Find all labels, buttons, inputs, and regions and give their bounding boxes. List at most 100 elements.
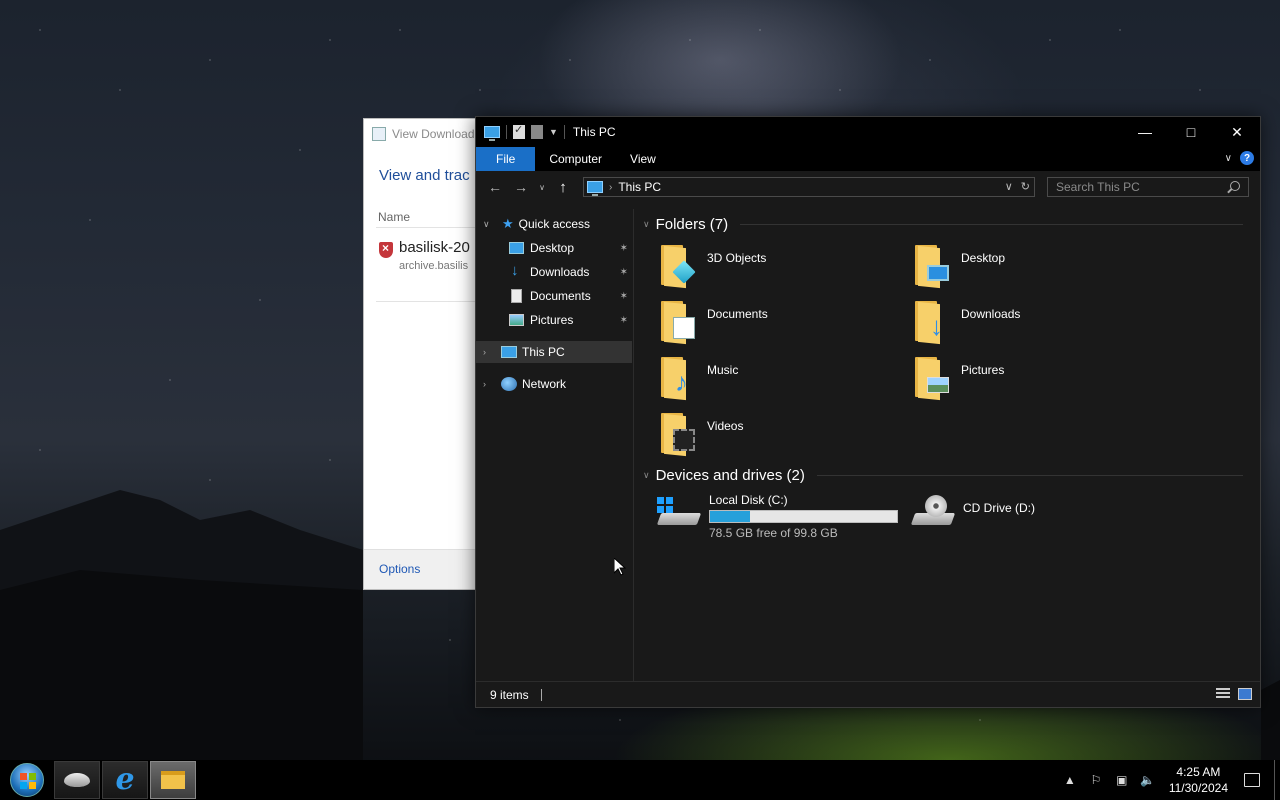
- pin-icon[interactable]: ✶: [620, 267, 628, 278]
- download-item[interactable]: basilisk-20 archive.basilis: [379, 239, 470, 272]
- divider: [376, 227, 482, 228]
- nav-desktop[interactable]: Desktop ✶: [476, 237, 632, 259]
- back-button[interactable]: ←: [482, 174, 508, 200]
- address-dropdown-icon[interactable]: ∨: [1005, 180, 1013, 193]
- nav-quick-access[interactable]: ∨ ★ Quick access: [476, 213, 632, 235]
- downloads-title: View Download: [392, 127, 475, 141]
- taskbar-app-basilisk[interactable]: [54, 761, 100, 799]
- status-bar: 9 items: [476, 681, 1260, 707]
- navigation-bar: ← → ∨ ↑ › This PC ∨ ↻: [476, 171, 1260, 203]
- drives-group-header[interactable]: ∨ Devices and drives (2): [643, 467, 1243, 484]
- details-view-icon[interactable]: [1216, 688, 1230, 700]
- tab-computer[interactable]: Computer: [535, 147, 616, 171]
- taskbar-app-file-explorer[interactable]: [150, 761, 196, 799]
- folder-documents[interactable]: Documents: [661, 301, 911, 353]
- tab-view[interactable]: View: [616, 147, 670, 171]
- volume-muted-icon[interactable]: 🔈: [1139, 773, 1157, 787]
- clock-time: 4:25 AM: [1176, 765, 1221, 779]
- nav-label: Quick access: [518, 217, 591, 231]
- downloads-folder-icon: [915, 301, 951, 345]
- content-pane[interactable]: ∨ Folders (7) 3D Objects Desktop Documen…: [635, 209, 1260, 681]
- minimize-button[interactable]: —: [1122, 117, 1168, 147]
- cd-drive-icon: [910, 493, 956, 533]
- folder-label: Documents: [707, 307, 768, 321]
- collapse-chevron-icon[interactable]: ∨: [643, 470, 650, 481]
- nav-documents[interactable]: Documents ✶: [476, 285, 632, 307]
- divider: [506, 125, 507, 139]
- properties-icon[interactable]: [513, 123, 525, 139]
- tab-file[interactable]: File: [476, 147, 536, 171]
- taskbar-app-internet-explorer[interactable]: e: [102, 761, 148, 799]
- up-button[interactable]: ↑: [550, 174, 576, 200]
- pin-icon[interactable]: ✶: [620, 243, 628, 254]
- forward-button[interactable]: →: [508, 174, 534, 200]
- folder-desktop[interactable]: Desktop: [915, 245, 1165, 297]
- start-button[interactable]: [0, 760, 54, 800]
- expand-chevron-icon[interactable]: ›: [483, 347, 486, 357]
- help-icon[interactable]: ?: [1240, 151, 1254, 165]
- view-buttons: [1216, 688, 1252, 700]
- folders-group-header[interactable]: ∨ Folders (7): [643, 216, 1243, 233]
- ribbon-right: ∨ ?: [1225, 151, 1254, 165]
- documents-icon: [511, 289, 522, 303]
- breadcrumb-chevron-icon[interactable]: ›: [609, 182, 612, 193]
- folder-downloads[interactable]: Downloads: [915, 301, 1165, 353]
- customize-toolbar-dropdown-icon[interactable]: ▼: [549, 127, 558, 137]
- expand-chevron-icon[interactable]: ›: [483, 379, 486, 389]
- clock[interactable]: 4:25 AM 11/30/2024: [1169, 764, 1228, 796]
- nav-pictures[interactable]: Pictures ✶: [476, 309, 632, 331]
- drive-cd-d[interactable]: CD Drive (D:): [910, 493, 1035, 533]
- large-icons-view-icon[interactable]: [1238, 688, 1252, 700]
- group-title: Devices and drives (2): [655, 467, 805, 484]
- item-count: 9 items: [490, 687, 529, 702]
- recent-locations-dropdown[interactable]: ∨: [534, 174, 550, 200]
- drive-usage-fill: [710, 511, 750, 522]
- nav-this-pc[interactable]: › This PC: [476, 341, 632, 363]
- nav-network[interactable]: › Network: [476, 373, 632, 395]
- nav-downloads[interactable]: Downloads ✶: [476, 261, 632, 283]
- action-center-icon[interactable]: [1244, 773, 1260, 787]
- videos-folder-icon: [661, 413, 697, 457]
- downloads-titlebar[interactable]: View Download: [364, 119, 482, 149]
- downloads-icon: [509, 262, 524, 279]
- divider: [376, 301, 482, 302]
- pin-icon[interactable]: ✶: [620, 315, 628, 326]
- refresh-icon[interactable]: ↻: [1021, 180, 1030, 193]
- collapse-chevron-icon[interactable]: ∨: [643, 219, 650, 230]
- navigation-pane[interactable]: ∨ ★ Quick access Desktop ✶ Downloads ✶ D…: [476, 209, 634, 681]
- folder-pictures[interactable]: Pictures: [915, 357, 1165, 409]
- folder-3d-objects[interactable]: 3D Objects: [661, 245, 911, 297]
- folder-videos[interactable]: Videos: [661, 413, 911, 465]
- address-bar[interactable]: › This PC ∨ ↻: [583, 177, 1035, 197]
- nav-label: This PC: [522, 345, 565, 359]
- downloads-column-name[interactable]: Name: [378, 210, 410, 224]
- folder-label: Downloads: [961, 307, 1021, 321]
- pin-icon[interactable]: ✶: [620, 291, 628, 302]
- window-controls: — □ ✕: [1122, 117, 1260, 147]
- network-status-icon[interactable]: ▣: [1113, 773, 1131, 787]
- options-link[interactable]: Options: [379, 562, 420, 576]
- file-explorer-window[interactable]: ▼ This PC — □ ✕ File Computer View ∨ ? ←…: [475, 116, 1261, 708]
- collapse-chevron-icon[interactable]: ∨: [483, 219, 490, 230]
- quick-access-toolbar: ▼: [476, 123, 565, 141]
- divider: [540, 688, 542, 701]
- folder-music[interactable]: Music: [661, 357, 911, 409]
- basilisk-icon: [64, 773, 90, 787]
- security-icon[interactable]: ⚐: [1087, 773, 1105, 787]
- search-input[interactable]: [1056, 180, 1226, 194]
- drive-local-disk-c[interactable]: Local Disk (C:) 78.5 GB free of 99.8 GB: [656, 493, 898, 540]
- breadcrumb-this-pc[interactable]: This PC: [618, 180, 661, 194]
- maximize-button[interactable]: □: [1168, 117, 1214, 147]
- drive-label: CD Drive (D:): [963, 501, 1035, 515]
- address-bar-actions: ∨ ↻: [1005, 180, 1030, 193]
- show-desktop-button[interactable]: [1274, 760, 1280, 800]
- expand-ribbon-chevron-icon[interactable]: ∨: [1225, 153, 1232, 164]
- search-box[interactable]: [1047, 177, 1249, 197]
- downloads-window[interactable]: View Download View and trac Name basilis…: [363, 118, 483, 590]
- show-hidden-icons-chevron-icon[interactable]: ▲: [1061, 773, 1079, 787]
- close-button[interactable]: ✕: [1214, 117, 1260, 147]
- explorer-titlebar[interactable]: ▼ This PC — □ ✕: [476, 117, 1260, 147]
- this-pc-icon: [501, 346, 517, 358]
- new-folder-icon[interactable]: [531, 125, 543, 139]
- folder-label: Videos: [707, 419, 744, 433]
